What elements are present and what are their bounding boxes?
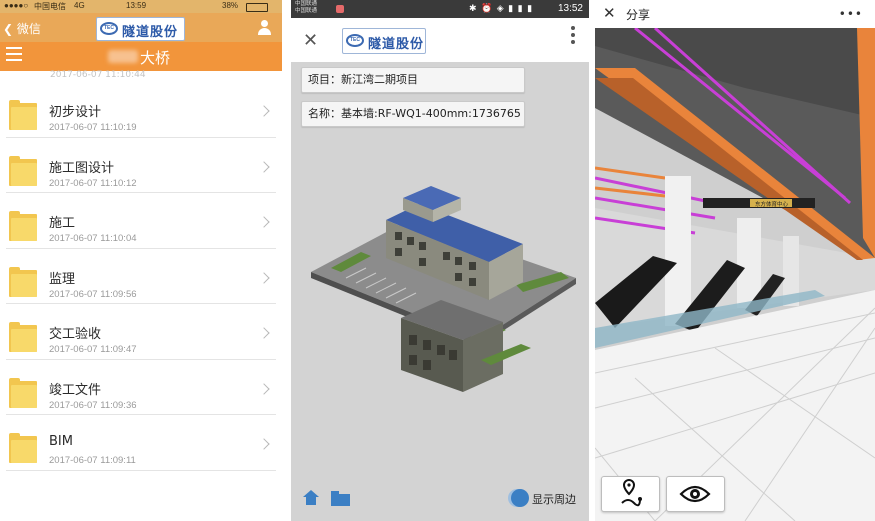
folder-name: 竣工文件: [49, 382, 102, 398]
home-icon[interactable]: [303, 490, 319, 506]
route-button[interactable]: [601, 476, 660, 512]
menu-icon[interactable]: [6, 47, 22, 61]
back-button[interactable]: ❮ 微信: [3, 20, 41, 37]
model-viewer-panel: 中国联通 中国联通 ✱ ⏰ ◈ ▮ ▮ ▮ 13:52 ✕ TEC 隧道股份 项目…: [291, 0, 589, 521]
folder-date: 2017-06-07 11:09:56: [49, 288, 137, 300]
folder-name: 交工验收: [49, 327, 102, 342]
logo-text: 隧道股份: [368, 37, 425, 52]
folder-row[interactable]: 施工 2017-06-07 11:10:04: [0, 193, 282, 249]
eye-icon: [679, 485, 711, 503]
carrier-text: 中国电信: [34, 2, 66, 11]
chevron-right-icon: [258, 327, 270, 339]
signal-icon: ●●●●○: [4, 1, 29, 10]
map-route-icon: [621, 479, 642, 507]
viewer-top-bar: ✕ TEC 隧道股份: [291, 18, 589, 62]
folder-row[interactable]: 交工验收 2017-06-07 11:09:47: [0, 304, 282, 360]
chevron-right-icon: [258, 438, 270, 450]
user-icon[interactable]: [257, 20, 272, 35]
logo-mark: TEC: [346, 34, 364, 47]
chevron-right-icon: [258, 216, 270, 228]
folder-date: 2017-06-07 11:09:11: [49, 455, 136, 466]
column: [665, 176, 691, 326]
share-view-panel: ✕ 分享 ••• 东方体育中心: [595, 0, 875, 521]
chevron-right-icon: [258, 160, 270, 173]
folder-name: 监理: [49, 271, 76, 287]
folder-icon: [9, 155, 37, 186]
show-surroundings-toggle[interactable]: [511, 489, 529, 507]
more-vertical-icon[interactable]: [571, 26, 575, 47]
station-sign-text: 东方体育中心: [755, 200, 789, 208]
folder-icon: [9, 266, 37, 297]
folder-icon: [9, 377, 37, 408]
close-icon[interactable]: ✕: [303, 30, 318, 51]
row-divider: [6, 469, 276, 471]
folder-date: 2017-06-07 11:10:19: [49, 122, 137, 133]
share-top-bar: ✕ 分享 •••: [595, 0, 875, 28]
network-text: 4G: [74, 1, 85, 10]
folder-row[interactable]: 竣工文件 2017-06-07 11:09:36: [0, 360, 282, 415]
chevron-right-icon: [258, 271, 270, 284]
chevron-right-icon: [258, 382, 270, 395]
logo-text: 隧道股份: [122, 25, 179, 40]
notification-icon: [336, 5, 344, 13]
wechat-nav-bar: ❮ 微信 TEC 隧道股份: [0, 13, 282, 42]
view-button[interactable]: [666, 476, 725, 512]
company-logo: TEC 隧道股份: [342, 28, 426, 54]
status-bar: ●●●●○ 中国电信 4G 13:59 38%: [0, 0, 282, 13]
folder-row[interactable]: BIM 2017-06-07 11:09:11: [0, 415, 282, 471]
battery-text: 38%: [222, 1, 239, 10]
element-name-info: 名称：基本墙:RF-WQ1-400mm:1736765: [301, 101, 525, 127]
file-list-panel: ●●●●○ 中国电信 4G 13:59 38% ❮ 微信 TEC 隧道股份 大桥…: [0, 0, 282, 521]
station-3d-scene[interactable]: 东方体育中心: [595, 28, 875, 521]
folder-date: 2017-06-07 11:10:12: [49, 177, 137, 189]
page-title: 分享: [626, 8, 651, 22]
close-icon[interactable]: ✕: [603, 4, 616, 22]
system-icons: ✱ ⏰ ◈ ▮ ▮ ▮: [469, 3, 534, 13]
building-3d-model[interactable]: [291, 160, 589, 440]
title-bar: 大桥: [0, 42, 282, 71]
time-text: 13:52: [557, 3, 583, 14]
show-surroundings-label: 显示周边: [532, 493, 576, 506]
folder-list: 初步设计 2017-06-07 11:10:19 施工图设计 2017-06-07 1…: [0, 82, 282, 471]
folder-icon: [9, 100, 37, 130]
company-logo: TEC 隧道股份: [96, 17, 185, 41]
folder-date: 2017-06-07 11:09:36: [49, 399, 137, 411]
folder-row[interactable]: 初步设计 2017-06-07 11:10:19: [0, 82, 282, 138]
time-text: 13:59: [126, 1, 147, 10]
more-horizontal-icon[interactable]: •••: [839, 7, 863, 21]
folder-date: 2017-06-07 11:09:47: [49, 344, 137, 355]
battery-icon: [246, 3, 268, 12]
page-title: 大桥: [140, 49, 171, 67]
redacted-text: [108, 50, 138, 63]
folder-name: 初步设计: [49, 105, 102, 120]
status-bar: 中国联通 中国联通 ✱ ⏰ ◈ ▮ ▮ ▮ 13:52: [291, 0, 589, 18]
folder-icon: [9, 322, 37, 352]
folder-name: 施工: [49, 216, 76, 231]
folder-date: 2017-06-07 11:10:04: [49, 233, 137, 244]
folder-name: 施工图设计: [49, 160, 115, 176]
folder-row[interactable]: 监理 2017-06-07 11:09:56: [0, 249, 282, 304]
logo-mark: TEC: [100, 22, 118, 35]
folder-name: BIM: [49, 434, 73, 449]
previous-item-date: 2017-06-07 11:10:44: [50, 70, 146, 80]
project-info: 项目：新江湾二期项目: [301, 67, 525, 93]
back-label: 微信: [16, 22, 41, 36]
chevron-right-icon: [258, 105, 270, 117]
carrier-text: 中国联通 中国联通: [295, 1, 318, 14]
folder-icon[interactable]: [331, 491, 350, 506]
folder-icon: [9, 433, 37, 463]
folder-icon: [9, 211, 37, 241]
folder-row[interactable]: 施工图设计 2017-06-07 11:10:12: [0, 138, 282, 193]
